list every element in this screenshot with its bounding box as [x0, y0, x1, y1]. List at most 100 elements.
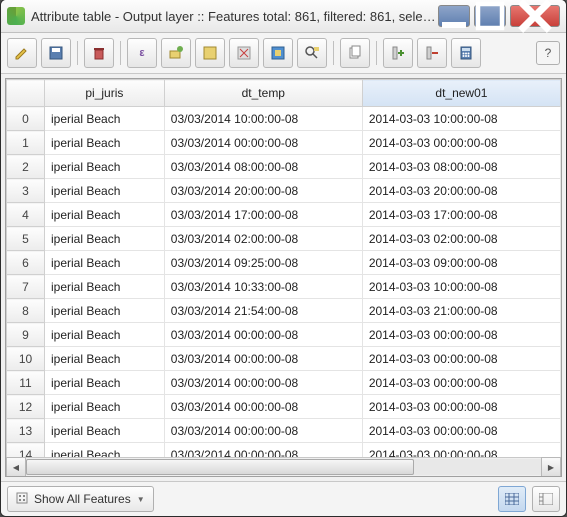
cell-pi-juris[interactable]: iperial Beach — [45, 131, 165, 155]
table-row[interactable]: 13iperial Beach03/03/2014 00:00:00-08201… — [7, 419, 561, 443]
cell-dt-temp[interactable]: 03/03/2014 00:00:00-08 — [164, 395, 362, 419]
cell-dt-new01[interactable]: 2014-03-03 09:00:00-08 — [362, 251, 560, 275]
scroll-left-icon[interactable]: ◀ — [6, 457, 26, 477]
table-row[interactable]: 11iperial Beach03/03/2014 00:00:00-08201… — [7, 371, 561, 395]
row-header[interactable]: 12 — [7, 395, 45, 419]
cell-dt-temp[interactable]: 03/03/2014 00:00:00-08 — [164, 371, 362, 395]
row-header[interactable]: 11 — [7, 371, 45, 395]
cell-dt-new01[interactable]: 2014-03-03 00:00:00-08 — [362, 419, 560, 443]
cell-pi-juris[interactable]: iperial Beach — [45, 371, 165, 395]
cell-pi-juris[interactable]: iperial Beach — [45, 107, 165, 131]
cell-dt-new01[interactable]: 2014-03-03 08:00:00-08 — [362, 155, 560, 179]
cell-pi-juris[interactable]: iperial Beach — [45, 347, 165, 371]
table-row[interactable]: 8iperial Beach03/03/2014 21:54:00-082014… — [7, 299, 561, 323]
table-row[interactable]: 9iperial Beach03/03/2014 00:00:00-082014… — [7, 323, 561, 347]
cell-dt-new01[interactable]: 2014-03-03 20:00:00-08 — [362, 179, 560, 203]
cell-pi-juris[interactable]: iperial Beach — [45, 299, 165, 323]
cell-dt-temp[interactable]: 03/03/2014 00:00:00-08 — [164, 419, 362, 443]
cell-pi-juris[interactable]: iperial Beach — [45, 443, 165, 458]
pencil-icon[interactable] — [7, 38, 37, 68]
column-header[interactable]: dt_temp — [164, 80, 362, 107]
minimize-button[interactable] — [438, 5, 470, 27]
cell-dt-temp[interactable]: 03/03/2014 09:25:00-08 — [164, 251, 362, 275]
row-header[interactable]: 8 — [7, 299, 45, 323]
maximize-button[interactable] — [474, 5, 506, 27]
cell-dt-new01[interactable]: 2014-03-03 02:00:00-08 — [362, 227, 560, 251]
cell-dt-new01[interactable]: 2014-03-03 10:00:00-08 — [362, 275, 560, 299]
filter-dropdown[interactable]: Show All Features ▼ — [7, 486, 154, 512]
cell-pi-juris[interactable]: iperial Beach — [45, 275, 165, 299]
delete-icon[interactable] — [84, 38, 114, 68]
cell-dt-temp[interactable]: 03/03/2014 00:00:00-08 — [164, 131, 362, 155]
form-view-button[interactable] — [532, 486, 560, 512]
cell-pi-juris[interactable]: iperial Beach — [45, 419, 165, 443]
cell-dt-new01[interactable]: 2014-03-03 00:00:00-08 — [362, 371, 560, 395]
table-row[interactable]: 4iperial Beach03/03/2014 17:00:00-082014… — [7, 203, 561, 227]
close-button[interactable] — [510, 5, 560, 27]
cell-dt-temp[interactable]: 03/03/2014 00:00:00-08 — [164, 347, 362, 371]
table-row[interactable]: 0iperial Beach03/03/2014 10:00:00-082014… — [7, 107, 561, 131]
data-grid[interactable]: pi_juris dt_temp dt_new01 0iperial Beach… — [6, 79, 561, 457]
table-row[interactable]: 3iperial Beach03/03/2014 20:00:00-082014… — [7, 179, 561, 203]
cell-dt-new01[interactable]: 2014-03-03 17:00:00-08 — [362, 203, 560, 227]
cell-dt-temp[interactable]: 03/03/2014 02:00:00-08 — [164, 227, 362, 251]
copy-icon[interactable] — [340, 38, 370, 68]
table-row[interactable]: 6iperial Beach03/03/2014 09:25:00-082014… — [7, 251, 561, 275]
row-header[interactable]: 6 — [7, 251, 45, 275]
cell-pi-juris[interactable]: iperial Beach — [45, 155, 165, 179]
cell-dt-new01[interactable]: 2014-03-03 10:00:00-08 — [362, 107, 560, 131]
calculator-icon[interactable] — [451, 38, 481, 68]
scroll-right-icon[interactable]: ▶ — [541, 457, 561, 477]
table-row[interactable]: 14iperial Beach03/03/2014 00:00:00-08201… — [7, 443, 561, 458]
table-view-button[interactable] — [498, 486, 526, 512]
table-row[interactable]: 1iperial Beach03/03/2014 00:00:00-082014… — [7, 131, 561, 155]
row-header[interactable]: 10 — [7, 347, 45, 371]
cell-pi-juris[interactable]: iperial Beach — [45, 227, 165, 251]
cell-dt-new01[interactable]: 2014-03-03 00:00:00-08 — [362, 131, 560, 155]
cell-pi-juris[interactable]: iperial Beach — [45, 323, 165, 347]
new-column-icon[interactable] — [383, 38, 413, 68]
cell-dt-new01[interactable]: 2014-03-03 00:00:00-08 — [362, 443, 560, 458]
horizontal-scrollbar[interactable]: ◀ ▶ — [6, 457, 561, 476]
cell-dt-new01[interactable]: 2014-03-03 00:00:00-08 — [362, 347, 560, 371]
zoom-selected-icon[interactable] — [297, 38, 327, 68]
table-row[interactable]: 5iperial Beach03/03/2014 02:00:00-082014… — [7, 227, 561, 251]
delete-column-icon[interactable] — [417, 38, 447, 68]
row-header[interactable]: 9 — [7, 323, 45, 347]
table-row[interactable]: 12iperial Beach03/03/2014 00:00:00-08201… — [7, 395, 561, 419]
corner-header[interactable] — [7, 80, 45, 107]
cell-dt-temp[interactable]: 03/03/2014 10:00:00-08 — [164, 107, 362, 131]
cell-dt-temp[interactable]: 03/03/2014 00:00:00-08 — [164, 443, 362, 458]
row-header[interactable]: 7 — [7, 275, 45, 299]
row-header[interactable]: 14 — [7, 443, 45, 458]
deselect-icon[interactable] — [229, 38, 259, 68]
row-header[interactable]: 13 — [7, 419, 45, 443]
scrollbar-track[interactable] — [26, 459, 541, 475]
row-header[interactable]: 2 — [7, 155, 45, 179]
table-row[interactable]: 10iperial Beach03/03/2014 00:00:00-08201… — [7, 347, 561, 371]
cell-dt-temp[interactable]: 03/03/2014 17:00:00-08 — [164, 203, 362, 227]
cell-pi-juris[interactable]: iperial Beach — [45, 251, 165, 275]
select-all-icon[interactable] — [195, 38, 225, 68]
cell-pi-juris[interactable]: iperial Beach — [45, 395, 165, 419]
cell-dt-new01[interactable]: 2014-03-03 00:00:00-08 — [362, 395, 560, 419]
titlebar[interactable]: Attribute table - Output layer :: Featur… — [1, 0, 566, 33]
row-header[interactable]: 5 — [7, 227, 45, 251]
table-row[interactable]: 7iperial Beach03/03/2014 10:33:00-082014… — [7, 275, 561, 299]
cell-dt-temp[interactable]: 03/03/2014 21:54:00-08 — [164, 299, 362, 323]
cell-dt-temp[interactable]: 03/03/2014 08:00:00-08 — [164, 155, 362, 179]
cell-pi-juris[interactable]: iperial Beach — [45, 203, 165, 227]
save-icon[interactable] — [41, 38, 71, 68]
row-header[interactable]: 1 — [7, 131, 45, 155]
cell-dt-temp[interactable]: 03/03/2014 10:33:00-08 — [164, 275, 362, 299]
row-header[interactable]: 4 — [7, 203, 45, 227]
column-header[interactable]: pi_juris — [45, 80, 165, 107]
expression-select-icon[interactable]: ε — [127, 38, 157, 68]
table-row[interactable]: 2iperial Beach03/03/2014 08:00:00-082014… — [7, 155, 561, 179]
row-header[interactable]: 3 — [7, 179, 45, 203]
cell-pi-juris[interactable]: iperial Beach — [45, 179, 165, 203]
cell-dt-new01[interactable]: 2014-03-03 00:00:00-08 — [362, 323, 560, 347]
invert-select-icon[interactable] — [263, 38, 293, 68]
cell-dt-new01[interactable]: 2014-03-03 21:00:00-08 — [362, 299, 560, 323]
row-header[interactable]: 0 — [7, 107, 45, 131]
